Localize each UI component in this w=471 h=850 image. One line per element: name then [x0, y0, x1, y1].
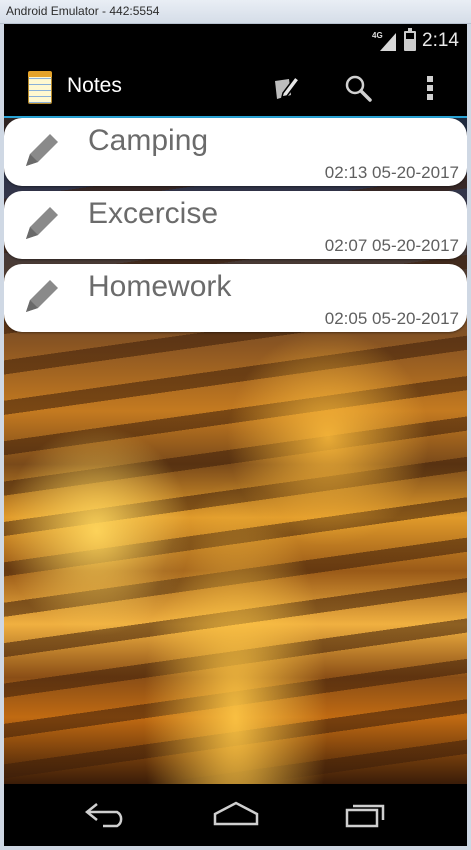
note-item[interactable]: Camping 02:13 05-20-2017 — [4, 118, 467, 186]
note-item[interactable]: Homework 02:05 05-20-2017 — [4, 264, 467, 332]
search-button[interactable] — [336, 66, 380, 110]
search-icon — [345, 75, 372, 102]
emulator-window-title: Android Emulator - 442:5554 — [6, 4, 160, 18]
recents-button[interactable] — [336, 794, 396, 834]
action-bar: Notes — [4, 58, 467, 118]
note-timestamp: 02:05 05-20-2017 — [324, 309, 459, 328]
home-button[interactable] — [206, 794, 266, 834]
battery-icon — [404, 28, 417, 51]
status-bar: 4G 2:14 — [4, 24, 467, 58]
overflow-menu-button[interactable] — [408, 66, 452, 110]
note-title: Excercise — [88, 197, 219, 230]
pencil-icon — [26, 280, 58, 312]
home-icon — [213, 801, 259, 826]
note-title: Camping — [88, 124, 209, 157]
device-screen: 4G 2:14 Notes Camping 02:13 05-20-2017 E… — [4, 24, 467, 846]
note-item[interactable]: Excercise 02:07 05-20-2017 — [4, 191, 467, 259]
back-icon — [84, 803, 123, 828]
notes-content-area: Camping 02:13 05-20-2017 Excercise 02:07… — [4, 118, 467, 784]
pencil-icon — [26, 134, 58, 166]
app-title: Notes — [67, 74, 122, 97]
overflow-menu-icon — [427, 76, 433, 100]
note-timestamp: 02:07 05-20-2017 — [324, 236, 459, 255]
recents-icon — [345, 804, 385, 828]
pencil-icon — [26, 207, 58, 239]
note-timestamp: 02:13 05-20-2017 — [324, 163, 459, 182]
back-button[interactable] — [76, 794, 136, 834]
navigation-bar — [4, 784, 467, 846]
note-list: Camping 02:13 05-20-2017 Excercise 02:07… — [4, 118, 467, 332]
emulator-titlebar: Android Emulator - 442:5554 — [0, 0, 471, 24]
signal-icon: 4G — [372, 31, 398, 51]
status-time: 2:14 — [422, 30, 459, 51]
compose-button[interactable] — [264, 66, 308, 110]
notepad-app-icon — [28, 71, 52, 104]
compose-icon — [275, 75, 301, 99]
note-title: Homework — [88, 270, 232, 303]
status-indicators: 4G 2:14 — [372, 28, 459, 52]
